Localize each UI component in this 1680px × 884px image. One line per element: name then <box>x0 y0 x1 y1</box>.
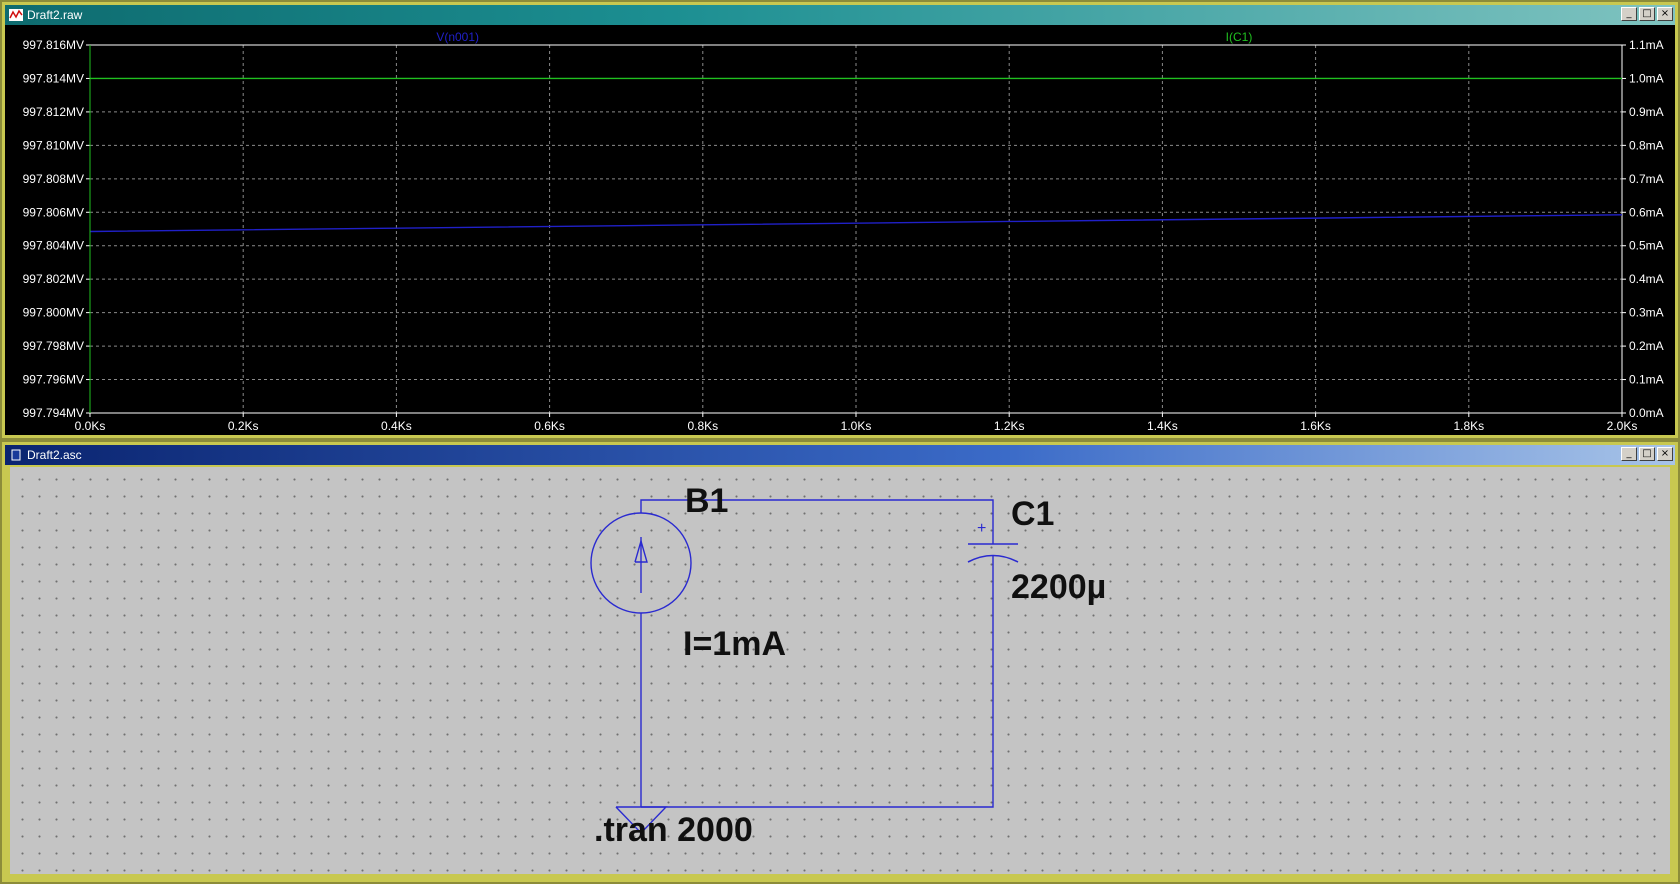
schematic-window[interactable]: Draft2.asc _ □ × + B1 I=1mA C1 2200µ .tr… <box>2 442 1678 882</box>
y-left-tick-label: 997.802MV <box>23 272 84 286</box>
x-tick-label: 1.2Ks <box>994 419 1025 433</box>
y-left-tick-label: 997.810MV <box>23 138 84 152</box>
y-right-tick-label: 0.7mA <box>1629 172 1664 186</box>
x-tick-label: 0.8Ks <box>687 419 718 433</box>
x-tick-label: 1.8Ks <box>1453 419 1484 433</box>
waveform-titlebar[interactable]: Draft2.raw _ □ × <box>5 5 1675 25</box>
y-right-tick-label: 0.0mA <box>1629 406 1664 420</box>
y-right-tick-label: 1.1mA <box>1629 38 1664 52</box>
maximize-button[interactable]: □ <box>1639 7 1655 21</box>
waveform-chart[interactable]: 0.0Ks 0.2Ks 0.4Ks 0.6Ks 0.8Ks 1.0Ks 1.2Ks 1.4Ks… <box>5 25 1675 438</box>
y-left-tick-label: 997.794MV <box>23 406 84 420</box>
y-left-tick-label: 997.808MV <box>23 172 84 186</box>
y-right-tick-label: 0.8mA <box>1629 138 1664 152</box>
x-tick-label: 0.2Ks <box>228 419 259 433</box>
x-tick-label: 0.6Ks <box>534 419 565 433</box>
x-tick-label: 1.4Ks <box>1147 419 1178 433</box>
schematic-title: Draft2.asc <box>27 448 82 462</box>
series-line-1 <box>89 214 1623 233</box>
minimize-button[interactable]: _ <box>1621 447 1637 461</box>
capacitor-label[interactable]: C1 <box>1011 495 1054 533</box>
y-left-tick-label: 997.796MV <box>23 373 84 387</box>
y-left-tick-label: 997.806MV <box>23 205 84 219</box>
schematic-drawing[interactable]: + B1 I=1mA C1 2200µ .tran 2000 <box>10 467 1670 874</box>
y-right-tick-label: 1.0mA <box>1629 71 1664 85</box>
y-right-tick-label: 0.5mA <box>1629 239 1664 253</box>
waveform-window[interactable]: Draft2.raw _ □ × 0.0Ks 0.2Ks 0.4Ks 0.6Ks 0.8… <box>2 2 1678 438</box>
y-left-tick-label: 997.804MV <box>23 239 84 253</box>
series-legend-label: V(n001) <box>436 30 479 44</box>
y-right-tick-label: 0.1mA <box>1629 373 1664 387</box>
x-tick-label: 1.6Ks <box>1300 419 1331 433</box>
x-tick-label: 0.4Ks <box>381 419 412 433</box>
spice-directive[interactable]: .tran 2000 <box>594 811 753 849</box>
y-right-tick-label: 0.2mA <box>1629 339 1664 353</box>
y-right-tick-label: 0.6mA <box>1629 205 1664 219</box>
y-right-tick-label: 0.9mA <box>1629 105 1664 119</box>
schematic-canvas[interactable]: + B1 I=1mA C1 2200µ .tran 2000 <box>10 467 1670 874</box>
y-right-tick-label: 0.4mA <box>1629 272 1664 286</box>
plot-pane[interactable]: 0.0Ks 0.2Ks 0.4Ks 0.6Ks 0.8Ks 1.0Ks 1.2Ks 1.4Ks… <box>5 25 1675 435</box>
close-button[interactable]: × <box>1657 7 1673 21</box>
y-left-tick-label: 997.814MV <box>23 71 84 85</box>
minimize-button[interactable]: _ <box>1621 7 1637 21</box>
capacitor-value[interactable]: 2200µ <box>1011 568 1106 606</box>
maximize-button[interactable]: □ <box>1639 447 1655 461</box>
x-tick-label: 0.0Ks <box>75 419 106 433</box>
current-source-symbol[interactable] <box>590 512 692 614</box>
schematic-titlebar[interactable]: Draft2.asc _ □ × <box>5 445 1675 465</box>
waveform-title: Draft2.raw <box>27 8 83 22</box>
x-tick-label: 2.0Ks <box>1607 419 1638 433</box>
y-right-tick-label: 0.3mA <box>1629 306 1664 320</box>
schematic-app-icon <box>9 449 23 461</box>
close-button[interactable]: × <box>1657 447 1673 461</box>
capacitor-plus-sign: + <box>977 520 986 537</box>
source-value[interactable]: I=1mA <box>683 625 786 663</box>
wire-right[interactable] <box>641 567 994 808</box>
y-left-tick-label: 997.812MV <box>23 105 84 119</box>
source-label[interactable]: B1 <box>685 482 728 520</box>
x-tick-label: 1.0Ks <box>841 419 872 433</box>
capacitor-symbol[interactable] <box>967 527 1019 567</box>
waveform-app-icon <box>9 9 23 21</box>
series-legend-label: I(C1) <box>1226 30 1253 44</box>
y-left-tick-label: 997.816MV <box>23 38 84 52</box>
y-left-tick-label: 997.798MV <box>23 339 84 353</box>
y-left-tick-label: 997.800MV <box>23 306 84 320</box>
